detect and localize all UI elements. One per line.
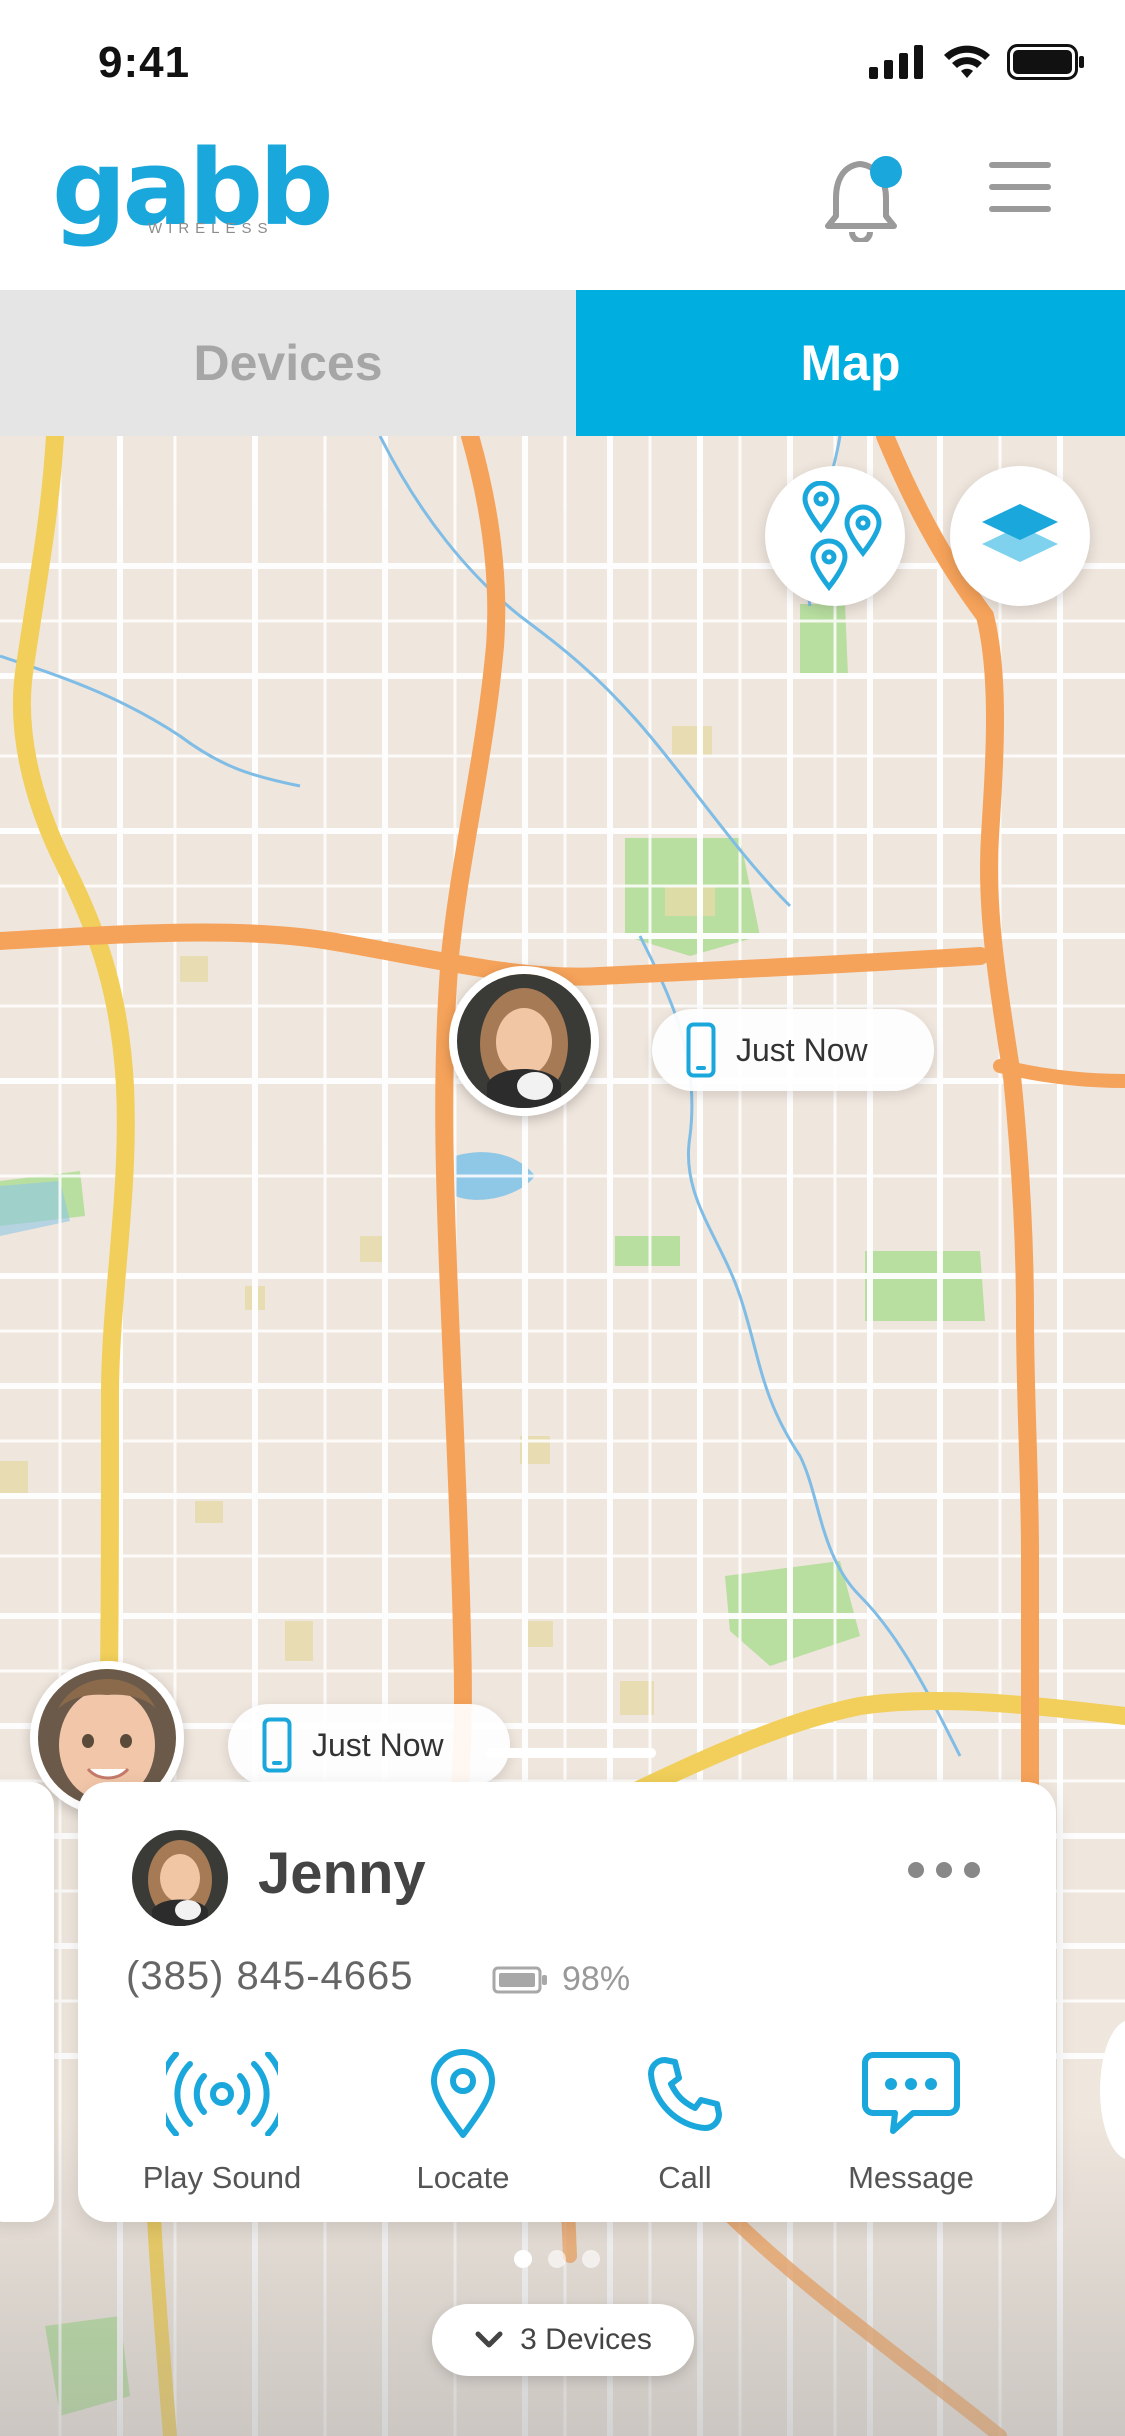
more-dot-icon (908, 1862, 924, 1878)
message-icon (862, 2052, 960, 2134)
battery-level-icon (492, 1966, 547, 1993)
locations-button[interactable] (765, 466, 905, 606)
notification-dot (870, 156, 902, 188)
avatar-photo (457, 974, 591, 1108)
avatar-photo (132, 1830, 228, 1926)
drag-handle[interactable] (486, 1748, 656, 1758)
devices-count-label: 3 Devices (520, 2323, 652, 2356)
chevron-down-icon (475, 2331, 503, 2348)
map-layers-button[interactable] (950, 466, 1090, 606)
tab-map[interactable]: Map (576, 290, 1125, 436)
battery-icon (1007, 44, 1084, 80)
status-icons (869, 44, 1085, 80)
previous-device-card[interactable] (0, 1782, 54, 2222)
call-label: Call (658, 2160, 712, 2195)
marker-status-text: Just Now (312, 1726, 444, 1763)
menu-button[interactable] (985, 152, 1055, 222)
device-owner-name: Jenny (258, 1841, 426, 1906)
pager-dot[interactable] (548, 2250, 566, 2268)
locate-label: Locate (416, 2160, 510, 2195)
message-button[interactable]: Message (811, 2044, 1011, 2196)
tab-devices[interactable]: Devices (0, 290, 576, 436)
hamburger-menu-icon (989, 162, 1051, 212)
status-time: 9:41 (98, 38, 191, 87)
bell-icon (825, 156, 902, 244)
sound-icon (166, 2052, 278, 2136)
map-marker-status-second[interactable]: Just Now (228, 1704, 510, 1786)
map-marker-status-jenny[interactable]: Just Now (652, 1009, 934, 1091)
pager-dot[interactable] (582, 2250, 600, 2268)
locate-button[interactable]: Locate (363, 2044, 563, 2196)
tab-bar: Devices Map (0, 290, 1125, 436)
card-pager (514, 2250, 600, 2268)
play-sound-label: Play Sound (142, 2160, 302, 2195)
marker-status-text: Just Now (736, 1031, 868, 1068)
locations-icon (802, 481, 882, 591)
more-dot-icon (936, 1862, 952, 1878)
battery-status: 98% (492, 1960, 630, 1999)
gabb-logo: gabb WIRELESS (52, 136, 334, 248)
device-card[interactable]: Jenny (385) 845-4665 98% Play Sound Loca… (78, 1782, 1056, 2222)
phone-icon (262, 1717, 292, 1773)
device-actions: Play Sound Locate Call Message (78, 2044, 1056, 2214)
map-marker-avatar-jenny[interactable] (449, 966, 599, 1116)
more-options-button[interactable] (908, 1862, 980, 1878)
more-dot-icon (964, 1862, 980, 1878)
notifications-button[interactable] (820, 142, 910, 244)
device-phone-number: (385) 845-4665 (126, 1954, 414, 1998)
phone-call-icon (648, 2057, 722, 2131)
layers-icon (982, 504, 1058, 562)
wifi-icon (944, 45, 990, 78)
logo-subtext: WIRELESS (148, 220, 274, 237)
card-avatar (132, 1830, 228, 1926)
phone-icon (686, 1022, 716, 1078)
pager-dot-active[interactable] (514, 2250, 532, 2268)
call-button[interactable]: Call (585, 2044, 785, 2196)
message-label: Message (848, 2160, 974, 2195)
signal-icon (869, 45, 923, 79)
battery-percent: 98% (562, 1960, 631, 1998)
devices-toggle-button[interactable]: 3 Devices (432, 2304, 694, 2376)
app-header: gabb WIRELESS (0, 130, 1125, 290)
location-pin-icon (431, 2049, 495, 2138)
status-bar: 9:41 (0, 0, 1125, 130)
play-sound-button[interactable]: Play Sound (122, 2044, 322, 2196)
